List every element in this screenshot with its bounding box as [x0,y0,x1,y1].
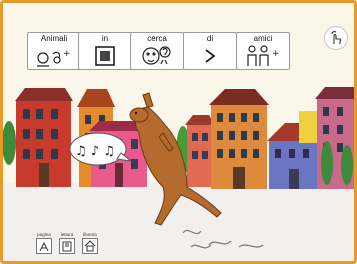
symbol-label: in [101,34,109,43]
house-tall-orange [209,89,269,189]
symbol-card-animali[interactable]: Animali + [27,32,81,70]
nav-label: pagina [37,232,51,237]
symbol-label: di [206,34,214,43]
square-icon [79,44,131,68]
nav-button-lettura[interactable]: lettura [58,232,76,256]
page-icon [39,241,49,252]
storybook-frame: ♫ ♪ ♫ Animali + in cerca di amici + pagi… [0,0,357,264]
nav-label: libreria [83,232,97,237]
svg-text:♫ ♪ ♫: ♫ ♪ ♫ [75,144,115,159]
symbol-label: cerca [147,34,167,43]
house-salmon [185,115,215,187]
nav-label: lettura [60,232,74,237]
nav-button-pagina[interactable]: pagina [35,232,53,256]
friends-icon: + [237,44,289,68]
symbol-card-in[interactable]: in [78,32,132,70]
symbol-card-amici[interactable]: amici + [236,32,290,70]
symbol-card-cerca[interactable]: cerca [130,32,184,70]
searching-face-icon [131,44,183,68]
symbol-card-di[interactable]: di [183,32,237,70]
svg-text:+: + [63,49,71,59]
reading-icon [62,241,72,252]
library-icon [84,240,96,252]
svg-text:+: + [272,49,280,59]
animals-icon: + [28,44,80,68]
house-red-left [15,88,73,187]
symbol-label: Animali [40,34,68,43]
hand-touch-icon [331,31,342,44]
arrow-right-icon [184,44,236,68]
nav-button-libreria[interactable]: libreria [81,232,99,256]
hand-touch-button[interactable] [324,26,348,50]
symbol-label: amici [253,34,273,43]
